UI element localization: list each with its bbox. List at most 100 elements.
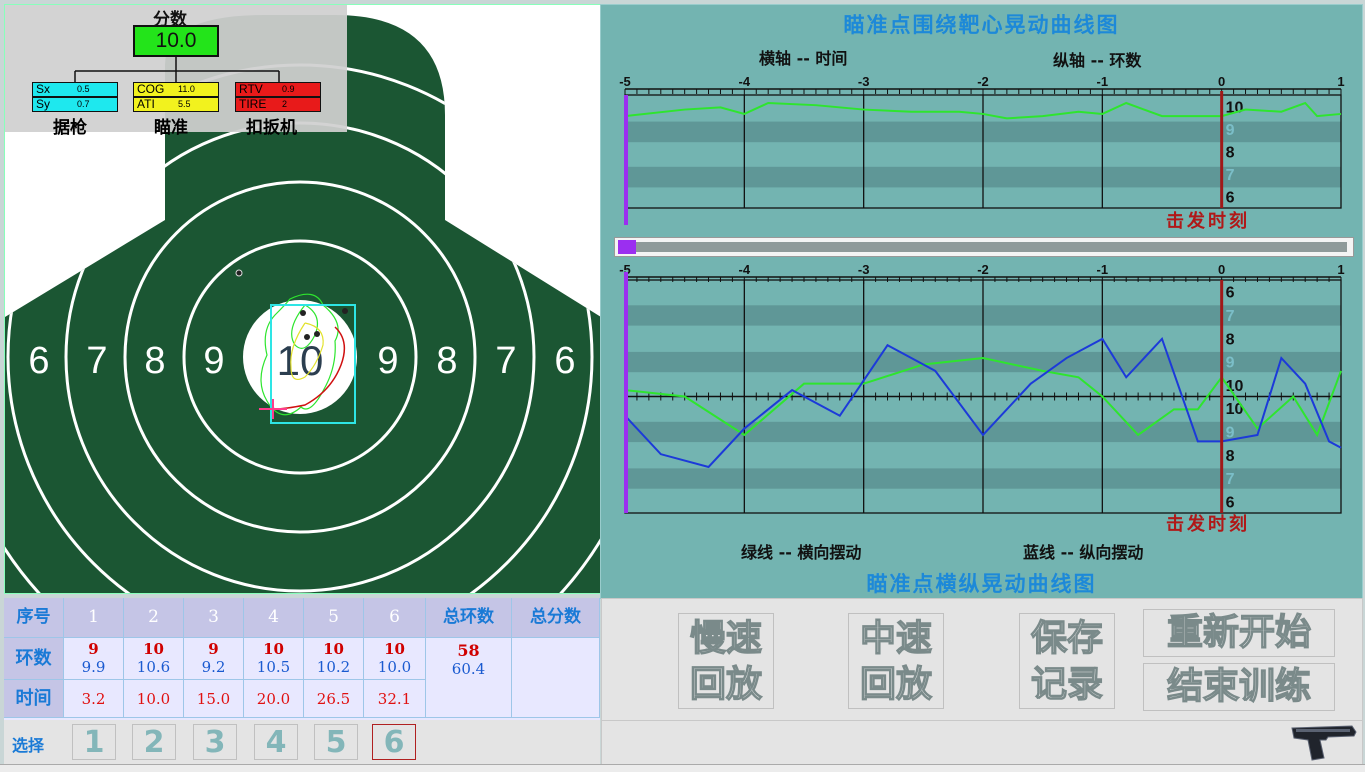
aim-ati-label: ATI [137, 97, 155, 111]
aim-cog-value: 11.0 [178, 84, 195, 94]
ring-label-8-right: 8 [436, 340, 457, 382]
bottom-chart-title: 瞄准点横纵晃动曲线图 [866, 572, 1097, 596]
chart-panel: 瞄准点围绕靶心晃动曲线图 横轴 -- 时间 纵轴 -- 环数 -5 -4 -3 -2 -… [600, 4, 1363, 599]
hold-sx-value: 0.5 [77, 84, 90, 94]
timeline-slider[interactable] [614, 237, 1354, 257]
total-score-cell [512, 638, 600, 718]
timeline-thumb[interactable] [618, 240, 636, 254]
save-record-button[interactable]: 保存记录 [1019, 613, 1115, 709]
y-ring-label: 7 [1226, 167, 1235, 184]
bottom-fire-label: 击发时刻 [1166, 514, 1250, 535]
hold-sy: Sy 0.7 [32, 97, 118, 112]
score-value: 10.0 [133, 25, 219, 57]
x-tick-label: 0 [1218, 263, 1225, 277]
x-tick-label: 0 [1218, 75, 1225, 89]
total-rings-int: 58 [457, 641, 480, 660]
trigger-label: 扣扳机 [246, 118, 297, 138]
col-header-2: 2 [124, 598, 184, 638]
y-ring-label: 7 [1226, 308, 1235, 325]
col-header-total-rings: 总环数 [426, 598, 512, 638]
ring-dec: 9.9 [81, 658, 106, 676]
ring-label-9-left: 9 [203, 340, 224, 382]
y-ring-label: 6 [1226, 285, 1235, 302]
blue-line-caption: 蓝线 -- 纵向摆动 [1023, 543, 1144, 562]
ring-int: 10 [263, 640, 284, 658]
shot-hole [314, 331, 320, 337]
col-header-6: 6 [364, 598, 426, 638]
y-ring-label: 8 [1226, 145, 1235, 162]
select-label: 选择 [12, 736, 45, 755]
x-tick-label: -1 [1097, 263, 1109, 277]
pistol-icon [1291, 725, 1357, 761]
row-label-rings: 环数 [4, 638, 64, 680]
x-tick-label: -2 [977, 75, 989, 89]
shot-hole [304, 334, 310, 340]
ring-int: 10 [323, 640, 344, 658]
rings-cell-6: 10 10.0 [364, 638, 426, 680]
rings-cell-5: 10 10.2 [304, 638, 364, 680]
hold-sx-label: Sx [36, 82, 51, 96]
top-chart: -5 -4 -3 -2 -1 0 1109876 [619, 75, 1345, 225]
shot-hole [300, 310, 306, 316]
action-buttons-panel: 慢速回放 中速回放 保存记录 重新开始 结束训练 [601, 598, 1363, 722]
select-shot-button-4[interactable]: 4 [254, 724, 298, 760]
x-tick-label: -3 [858, 75, 870, 89]
time-cell-6: 32.1 [364, 680, 426, 718]
x-tick-label: -4 [739, 263, 751, 277]
ring-dec: 10.0 [377, 658, 412, 676]
select-shot-button-1[interactable]: 1 [72, 724, 116, 760]
select-shot-button-6[interactable]: 6 [372, 724, 416, 760]
shot-select-bar: 选择 123456 [4, 720, 600, 764]
select-shot-button-2[interactable]: 2 [132, 724, 176, 760]
ring-int: 9 [208, 640, 219, 658]
col-header-total-score: 总分数 [512, 598, 600, 638]
x-tick-label: -1 [1097, 75, 1109, 89]
trigger-tire-label: TIRE [239, 97, 267, 111]
metrics-tree-lines [74, 57, 280, 83]
trigger-tire-value: 2 [282, 99, 288, 109]
col-header-index: 序号 [4, 598, 64, 638]
ring-label-6-right: 6 [554, 340, 575, 382]
shot-hole [235, 269, 243, 277]
rings-cell-2: 10 10.6 [124, 638, 184, 680]
rings-cell-1: 9 9.9 [64, 638, 124, 680]
y-ring-label: 7 [1226, 471, 1235, 488]
shot-hole [342, 308, 348, 314]
y-ring-label: 9 [1226, 355, 1235, 372]
time-cell-2: 10.0 [124, 680, 184, 718]
bottom-chart: -5 -4 -3 -2 -1 0 1678910109876 [619, 263, 1345, 514]
y-ring-label: 6 [1226, 190, 1235, 207]
ring-label-7-left: 7 [86, 340, 107, 382]
x-tick-label: 1 [1337, 75, 1344, 89]
status-bar [601, 720, 1363, 766]
medium-replay-button[interactable]: 中速回放 [848, 613, 944, 709]
x-tick-label: -4 [739, 75, 751, 89]
trigger-rtv-label: RTV [239, 82, 263, 96]
ring-dec: 9.2 [201, 658, 226, 676]
ring-dec: 10.5 [256, 658, 291, 676]
select-shot-button-5[interactable]: 5 [314, 724, 358, 760]
row-label-time: 时间 [4, 680, 64, 718]
ring-int: 10 [384, 640, 405, 658]
restart-button[interactable]: 重新开始 [1143, 609, 1335, 657]
x-tick-label: -5 [619, 75, 631, 89]
ring-label-9-right: 9 [377, 340, 398, 382]
ring-int: 9 [88, 640, 99, 658]
aim-label: 瞄准 [154, 118, 188, 138]
ring-label-6-left: 6 [28, 340, 49, 382]
ring-label-8-left: 8 [144, 340, 165, 382]
aim-cog-label: COG [137, 82, 165, 96]
select-shot-button-3[interactable]: 3 [193, 724, 237, 760]
trigger-tire: TIRE 2 [235, 97, 321, 112]
top-chart-title: 瞄准点围绕靶心晃动曲线图 [843, 13, 1120, 37]
x-tick-label: -2 [977, 263, 989, 277]
trigger-rtv-value: 0.9 [282, 84, 295, 94]
end-training-button[interactable]: 结束训练 [1143, 663, 1335, 711]
time-cell-1: 3.2 [64, 680, 124, 718]
total-rings-dec: 60.4 [451, 660, 486, 678]
slow-replay-button[interactable]: 慢速回放 [678, 613, 774, 709]
ring-dec: 10.6 [136, 658, 171, 676]
time-cell-5: 26.5 [304, 680, 364, 718]
y-ring-label: 9 [1226, 122, 1235, 139]
y-ring-label: 6 [1226, 494, 1235, 511]
